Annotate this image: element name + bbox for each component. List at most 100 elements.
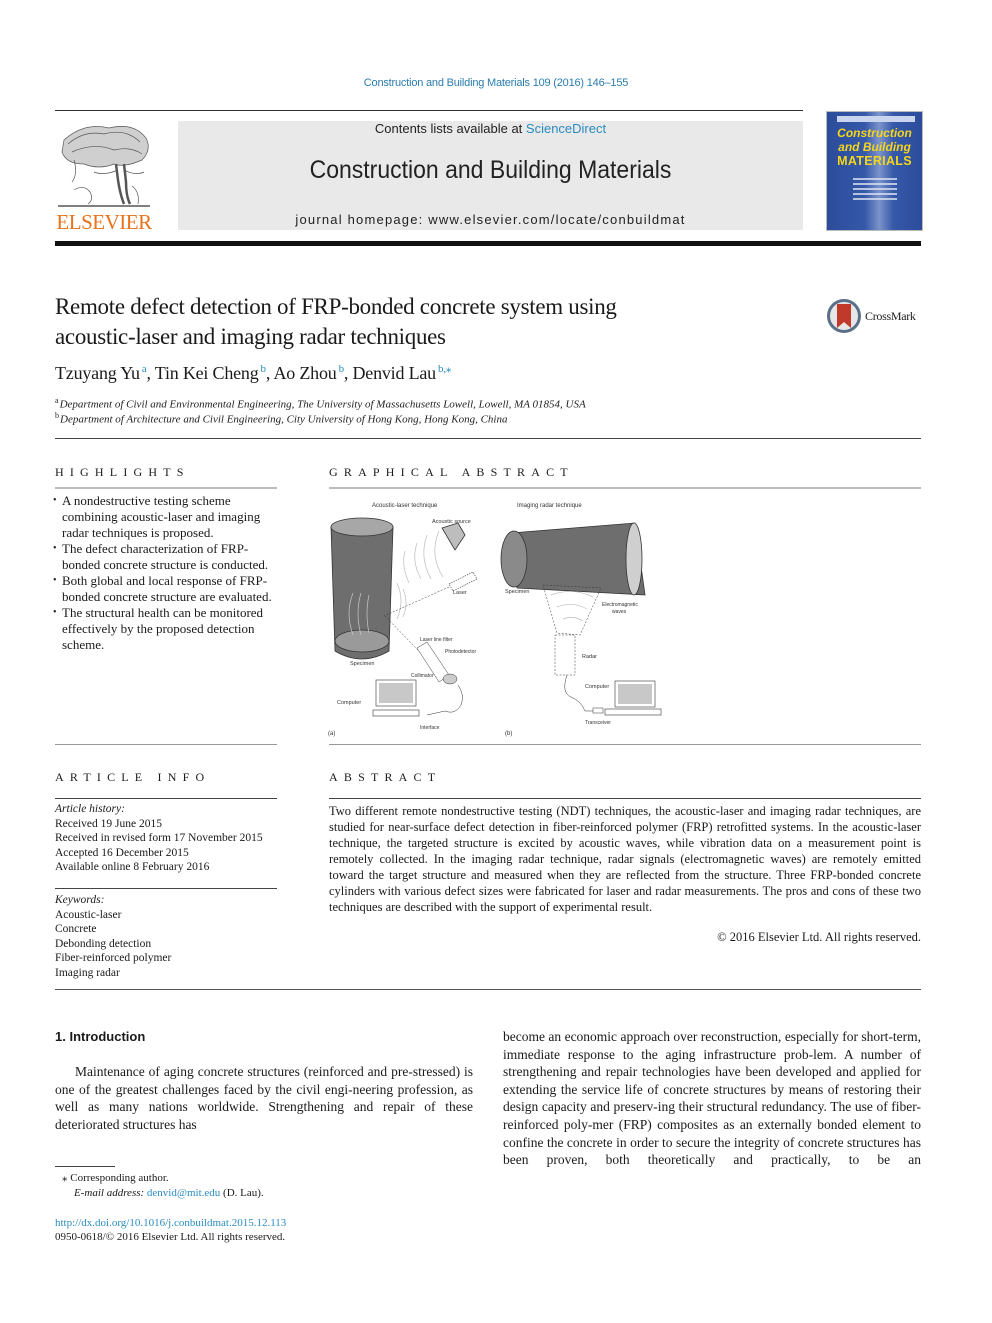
contents-prefix: Contents lists available at: [374, 121, 526, 136]
section-heading-introduction: 1. Introduction: [55, 1029, 146, 1044]
history-revised: Received in revised form 17 November 201…: [55, 832, 263, 844]
panel-a-caption: (a): [328, 731, 335, 737]
footnote-rule: [55, 1166, 115, 1167]
author-1[interactable]: Tzuyang Yu a: [55, 363, 147, 383]
highlights-bottom-rule: [55, 744, 277, 745]
cover-title: Construction and Building MATERIALS: [827, 126, 922, 168]
journal-cover[interactable]: Construction and Building MATERIALS: [826, 111, 923, 231]
article-info-heading: ARTICLE INFO: [55, 770, 211, 784]
header-rule: [55, 110, 803, 111]
author-2[interactable]: Tin Kei Cheng b: [155, 363, 266, 383]
keyword: Debonding detection: [55, 937, 152, 950]
issn-copyright: 0950-0618/© 2016 Elsevier Ltd. All right…: [55, 1231, 286, 1243]
intro-column-2: become an economic approach over reconst…: [503, 1029, 921, 1168]
history-received: Received 19 June 2015: [55, 817, 162, 830]
label-radar: Radar: [582, 654, 597, 660]
article-title: Remote defect detection of FRP-bonded co…: [55, 292, 775, 352]
abstract-copyright: © 2016 Elsevier Ltd. All rights reserved…: [717, 930, 921, 944]
specimen-cylinder-horizontal: [500, 522, 646, 596]
journal-name: Construction and Building Materials: [309, 156, 672, 184]
highlight-item: The defect characterization of FRP-bonde…: [53, 541, 277, 573]
journal-citation[interactable]: Construction and Building Materials 109 …: [0, 77, 992, 89]
graphical-abstract-heading: GRAPHICAL ABSTRACT: [329, 465, 574, 479]
panel-b-title: Imaging radar technique: [517, 503, 582, 509]
author-list: Tzuyang Yu a, Tin Kei Cheng b, Ao Zhou b, D…: [55, 363, 452, 383]
elsevier-wordmark[interactable]: ELSEVIER: [54, 210, 154, 235]
label-computer-a: Computer: [337, 700, 361, 706]
intro-column-1: Maintenance of aging concrete structures…: [55, 1064, 473, 1132]
keywords-list: Keywords: Acoustic-laser Concrete Debond…: [55, 893, 285, 980]
label-acoustic-source: Acoustic source: [432, 519, 471, 525]
label-photodetector: Photodetector: [445, 649, 476, 655]
doi-link[interactable]: http://dx.doi.org/10.1016/j.conbuildmat.…: [55, 1217, 286, 1229]
graphical-abstract-rule: [329, 487, 921, 489]
cover-text-lines: [853, 178, 897, 203]
em-waves: [550, 591, 594, 622]
keyword: Fiber-reinforced polymer: [55, 952, 172, 964]
crossmark-icon: [827, 299, 861, 333]
highlights-heading: HIGHLIGHTS: [55, 465, 190, 479]
label-computer-b: Computer: [585, 684, 609, 690]
affiliation-link[interactable]: b,⁎: [438, 363, 451, 375]
history-label: Article history:: [55, 803, 125, 815]
computer-icon-a: [372, 679, 420, 717]
article-history: Article history: Received 19 June 2015 R…: [55, 802, 285, 875]
label-specimen-b: Specimen: [505, 589, 529, 595]
panel-b-caption: (b): [505, 731, 512, 737]
acoustic-source-icon: [441, 522, 466, 551]
keywords-label: Keywords:: [55, 894, 105, 906]
label-interface: Interface: [420, 725, 440, 731]
author-3[interactable]: Ao Zhou b: [273, 363, 344, 383]
affiliation-a: aDepartment of Civil and Environmental E…: [55, 396, 586, 411]
abstract-rule: [329, 798, 921, 799]
cover-title-line2: and Building: [838, 140, 911, 154]
article-title-line1: Remote defect detection of FRP-bonded co…: [55, 294, 617, 319]
graphical-abstract-figure[interactable]: Acoustic-laser technique Acoustic source…: [325, 495, 675, 740]
title-divider: [55, 438, 921, 439]
acoustic-waves: [396, 530, 444, 620]
email-note: E-mail address: denvid@mit.edu (D. Lau).: [74, 1187, 264, 1199]
tree-icon: [58, 126, 150, 207]
contents-line: Contents lists available at ScienceDirec…: [178, 121, 803, 136]
highlights-list: A nondestructive testing scheme combinin…: [53, 493, 277, 653]
corresponding-author-note: ⁎ Corresponding author.: [62, 1172, 169, 1184]
sciencedirect-link[interactable]: ScienceDirect: [526, 121, 606, 136]
keyword: Concrete: [55, 923, 97, 935]
keyword: Acoustic-laser: [55, 908, 122, 921]
cover-title-line3: MATERIALS: [837, 154, 912, 168]
panel-a-title: Acoustic-laser technique: [372, 503, 438, 509]
keywords-rule: [55, 888, 277, 889]
label-specimen-a: Specimen: [350, 661, 374, 667]
label-laser-line-filter: Laser line filter: [420, 637, 453, 643]
cover-title-line1: Construction: [837, 126, 912, 140]
label-laser: Laser: [453, 590, 467, 596]
highlight-item: The structural health can be monitored e…: [53, 605, 277, 653]
article-info-rule: [55, 798, 277, 799]
history-online: Available online 8 February 2016: [55, 861, 210, 873]
highlights-rule: [55, 487, 277, 489]
header-thick-rule: [55, 241, 921, 246]
history-accepted: Accepted 16 December 2015: [55, 846, 189, 859]
journal-homepage-link[interactable]: journal homepage: www.elsevier.com/locat…: [178, 212, 803, 227]
highlight-item: A nondestructive testing scheme combinin…: [53, 493, 277, 541]
crossmark-label: CrossMark: [865, 309, 916, 323]
graphical-abstract-bottom-rule: [329, 744, 921, 745]
abstract-text: Two different remote nondestructive test…: [329, 804, 921, 914]
label-em-waves-2: waves: [612, 609, 627, 615]
article-title-line2: acoustic-laser and imaging radar techniq…: [55, 324, 446, 349]
radar-beam: [542, 584, 602, 712]
cover-top-bar: [837, 116, 915, 122]
email-link[interactable]: denvid@mit.edu: [147, 1187, 220, 1199]
email-label: E-mail address:: [74, 1187, 145, 1199]
affiliation-b: bDepartment of Architecture and Civil En…: [55, 411, 508, 426]
abstract-heading: ABSTRACT: [329, 770, 442, 784]
specimen-cylinder-vertical: [330, 517, 394, 660]
author-4[interactable]: Denvid Lau b,⁎: [352, 363, 451, 383]
label-collimator: Collimator: [411, 673, 434, 679]
crossmark-button[interactable]: CrossMark: [827, 298, 927, 334]
label-em-waves: Electromagnetic: [602, 602, 638, 608]
front-matter-bottom-rule: [55, 989, 921, 990]
keyword: Imaging radar: [55, 966, 120, 979]
highlight-item: Both global and local response of FRP-bo…: [53, 573, 277, 605]
label-transceiver: Transceiver: [585, 720, 611, 726]
